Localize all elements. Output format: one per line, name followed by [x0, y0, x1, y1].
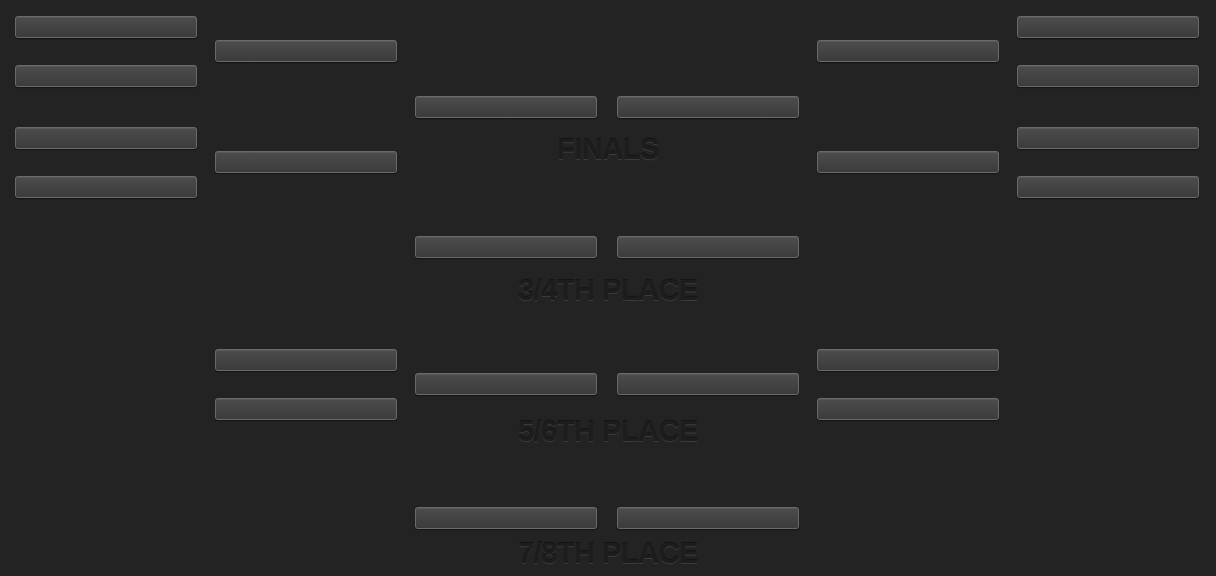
left-round1-slot-1[interactable]	[15, 16, 197, 38]
right-consolation-slot-2[interactable]	[817, 398, 999, 420]
left-semifinal-slot-1[interactable]	[215, 40, 397, 62]
third-fourth-place-label: 3/4TH PLACE	[518, 275, 698, 307]
fifth-sixth-place-label: 5/6TH PLACE	[518, 416, 698, 448]
seventh-place-slot-right[interactable]	[617, 507, 799, 529]
left-consolation-slot-1[interactable]	[215, 349, 397, 371]
right-round1-slot-4[interactable]	[1017, 176, 1199, 198]
left-semifinal-slot-2[interactable]	[215, 151, 397, 173]
seventh-eighth-place-label: 7/8TH PLACE	[518, 538, 698, 570]
right-consolation-slot-1[interactable]	[817, 349, 999, 371]
third-place-slot-right[interactable]	[617, 236, 799, 258]
right-round1-slot-2[interactable]	[1017, 65, 1199, 87]
fifth-place-slot-right[interactable]	[617, 373, 799, 395]
right-semifinal-slot-2[interactable]	[817, 151, 999, 173]
right-round1-slot-3[interactable]	[1017, 127, 1199, 149]
left-round1-slot-2[interactable]	[15, 65, 197, 87]
right-semifinal-slot-1[interactable]	[817, 40, 999, 62]
fifth-place-slot-left[interactable]	[415, 373, 597, 395]
finals-slot-right[interactable]	[617, 96, 799, 118]
left-round1-slot-3[interactable]	[15, 127, 197, 149]
left-round1-slot-4[interactable]	[15, 176, 197, 198]
third-place-slot-left[interactable]	[415, 236, 597, 258]
finals-label: FINALS	[557, 134, 659, 166]
finals-slot-left[interactable]	[415, 96, 597, 118]
tournament-bracket: FINALS 3/4TH PLACE 5/6TH PLACE 7/8TH PLA…	[0, 0, 1216, 576]
seventh-place-slot-left[interactable]	[415, 507, 597, 529]
left-consolation-slot-2[interactable]	[215, 398, 397, 420]
right-round1-slot-1[interactable]	[1017, 16, 1199, 38]
